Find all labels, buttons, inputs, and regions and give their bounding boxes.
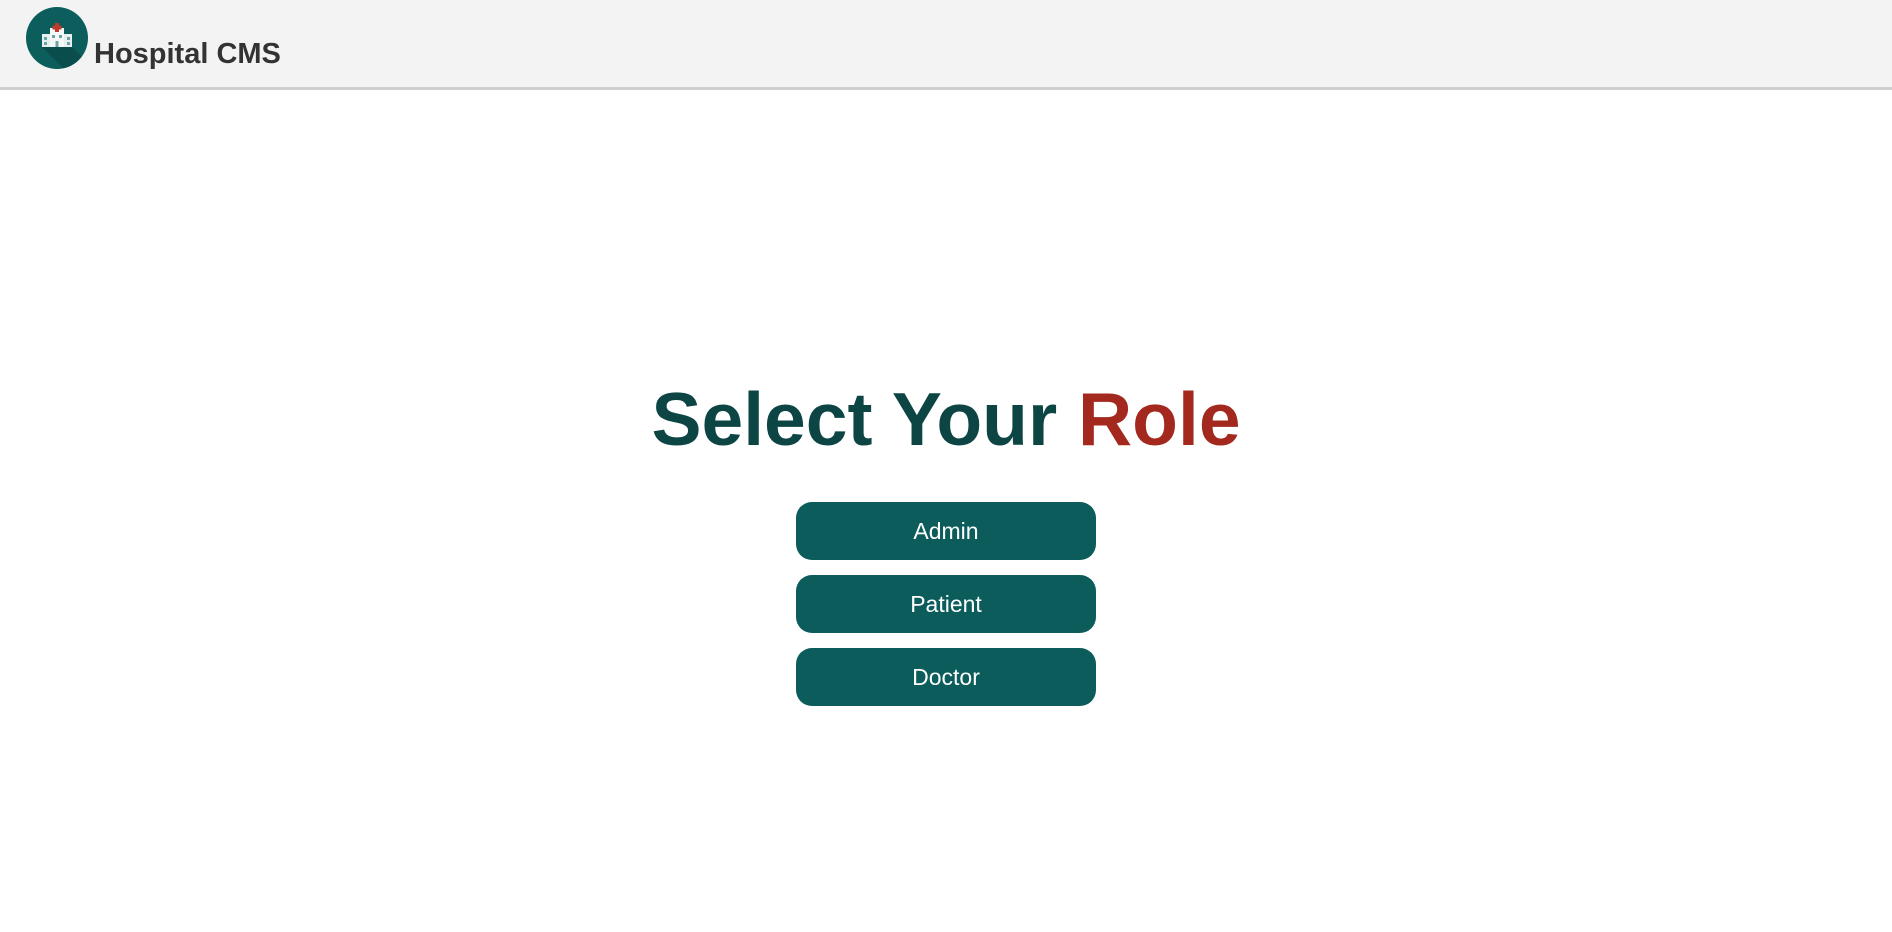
app-title: Hospital CMS bbox=[94, 38, 281, 70]
top-nav-bar: Hospital CMS bbox=[0, 0, 1892, 90]
role-button-group: Admin Patient Doctor bbox=[796, 502, 1096, 721]
patient-role-button[interactable]: Patient bbox=[796, 575, 1096, 633]
doctor-role-button[interactable]: Doctor bbox=[796, 648, 1096, 706]
admin-role-button[interactable]: Admin bbox=[796, 502, 1096, 560]
page-title: Select Your Role bbox=[0, 376, 1892, 462]
hospital-logo-icon[interactable] bbox=[26, 7, 88, 69]
title-accent-text: Role bbox=[1078, 377, 1241, 462]
title-text: Select Your bbox=[651, 377, 1079, 462]
